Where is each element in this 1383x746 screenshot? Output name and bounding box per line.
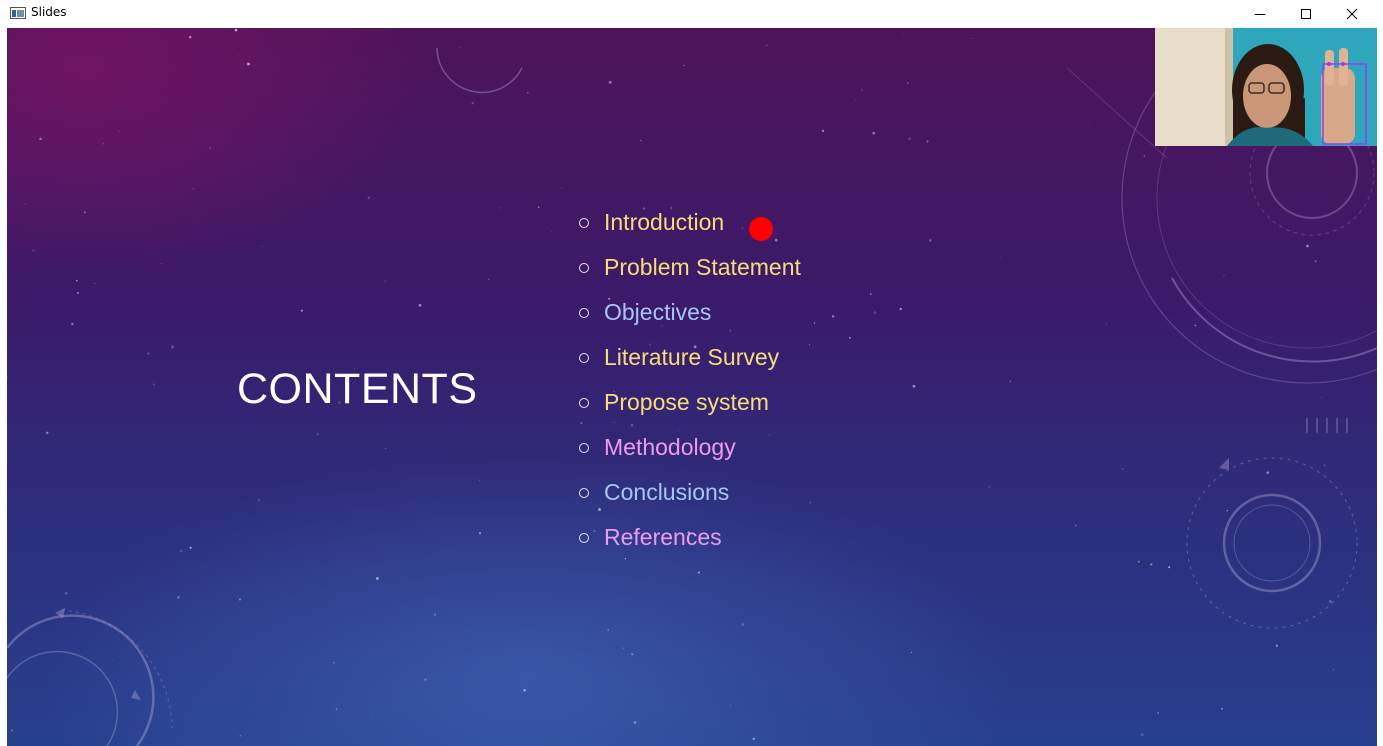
agenda-item-label: Literature Survey [604, 344, 780, 370]
agenda-item-label: Conclusions [604, 479, 730, 505]
agenda-list: Introduction Problem Statement Objective… [575, 200, 801, 560]
agenda-item-objectives: Objectives [575, 290, 801, 335]
laser-pointer-dot [749, 217, 773, 241]
agenda-item-label: Objectives [604, 299, 712, 325]
circle-bullet-icon [579, 352, 589, 363]
agenda-item-problem-statement: Problem Statement [575, 245, 801, 290]
agenda-item-methodology: Methodology [575, 425, 801, 470]
minimize-icon [1255, 14, 1265, 15]
minimize-button[interactable] [1237, 0, 1283, 28]
window-titlebar: Slides [0, 0, 1383, 28]
agenda-item-label: Methodology [604, 434, 736, 460]
agenda-item-conclusions: Conclusions [575, 470, 801, 515]
webcam-person-image [1155, 28, 1377, 146]
circle-bullet-icon [579, 262, 589, 273]
window-title: Slides [31, 5, 67, 19]
app-window-icon [10, 7, 26, 19]
slide-title: CONTENTS [237, 365, 478, 413]
agenda-item-label: References [604, 524, 722, 550]
agenda-item-label: Propose system [604, 389, 769, 415]
circle-bullet-icon [579, 442, 589, 453]
agenda-item-label: Introduction [604, 209, 725, 235]
agenda-item-references: References [575, 515, 801, 560]
close-icon [1346, 8, 1358, 20]
agenda-item-propose-system: Propose system [575, 380, 801, 425]
maximize-button[interactable] [1283, 0, 1329, 28]
maximize-icon [1301, 9, 1311, 19]
agenda-item-label: Problem Statement [604, 254, 801, 280]
agenda-item-literature-survey: Literature Survey [575, 335, 801, 380]
circle-bullet-icon [579, 307, 589, 318]
circle-bullet-icon [579, 217, 589, 228]
circle-bullet-icon [579, 532, 589, 543]
circle-bullet-icon [579, 487, 589, 498]
circle-bullet-icon [579, 397, 589, 408]
webcam-preview [1155, 28, 1377, 146]
close-button[interactable] [1329, 0, 1375, 28]
